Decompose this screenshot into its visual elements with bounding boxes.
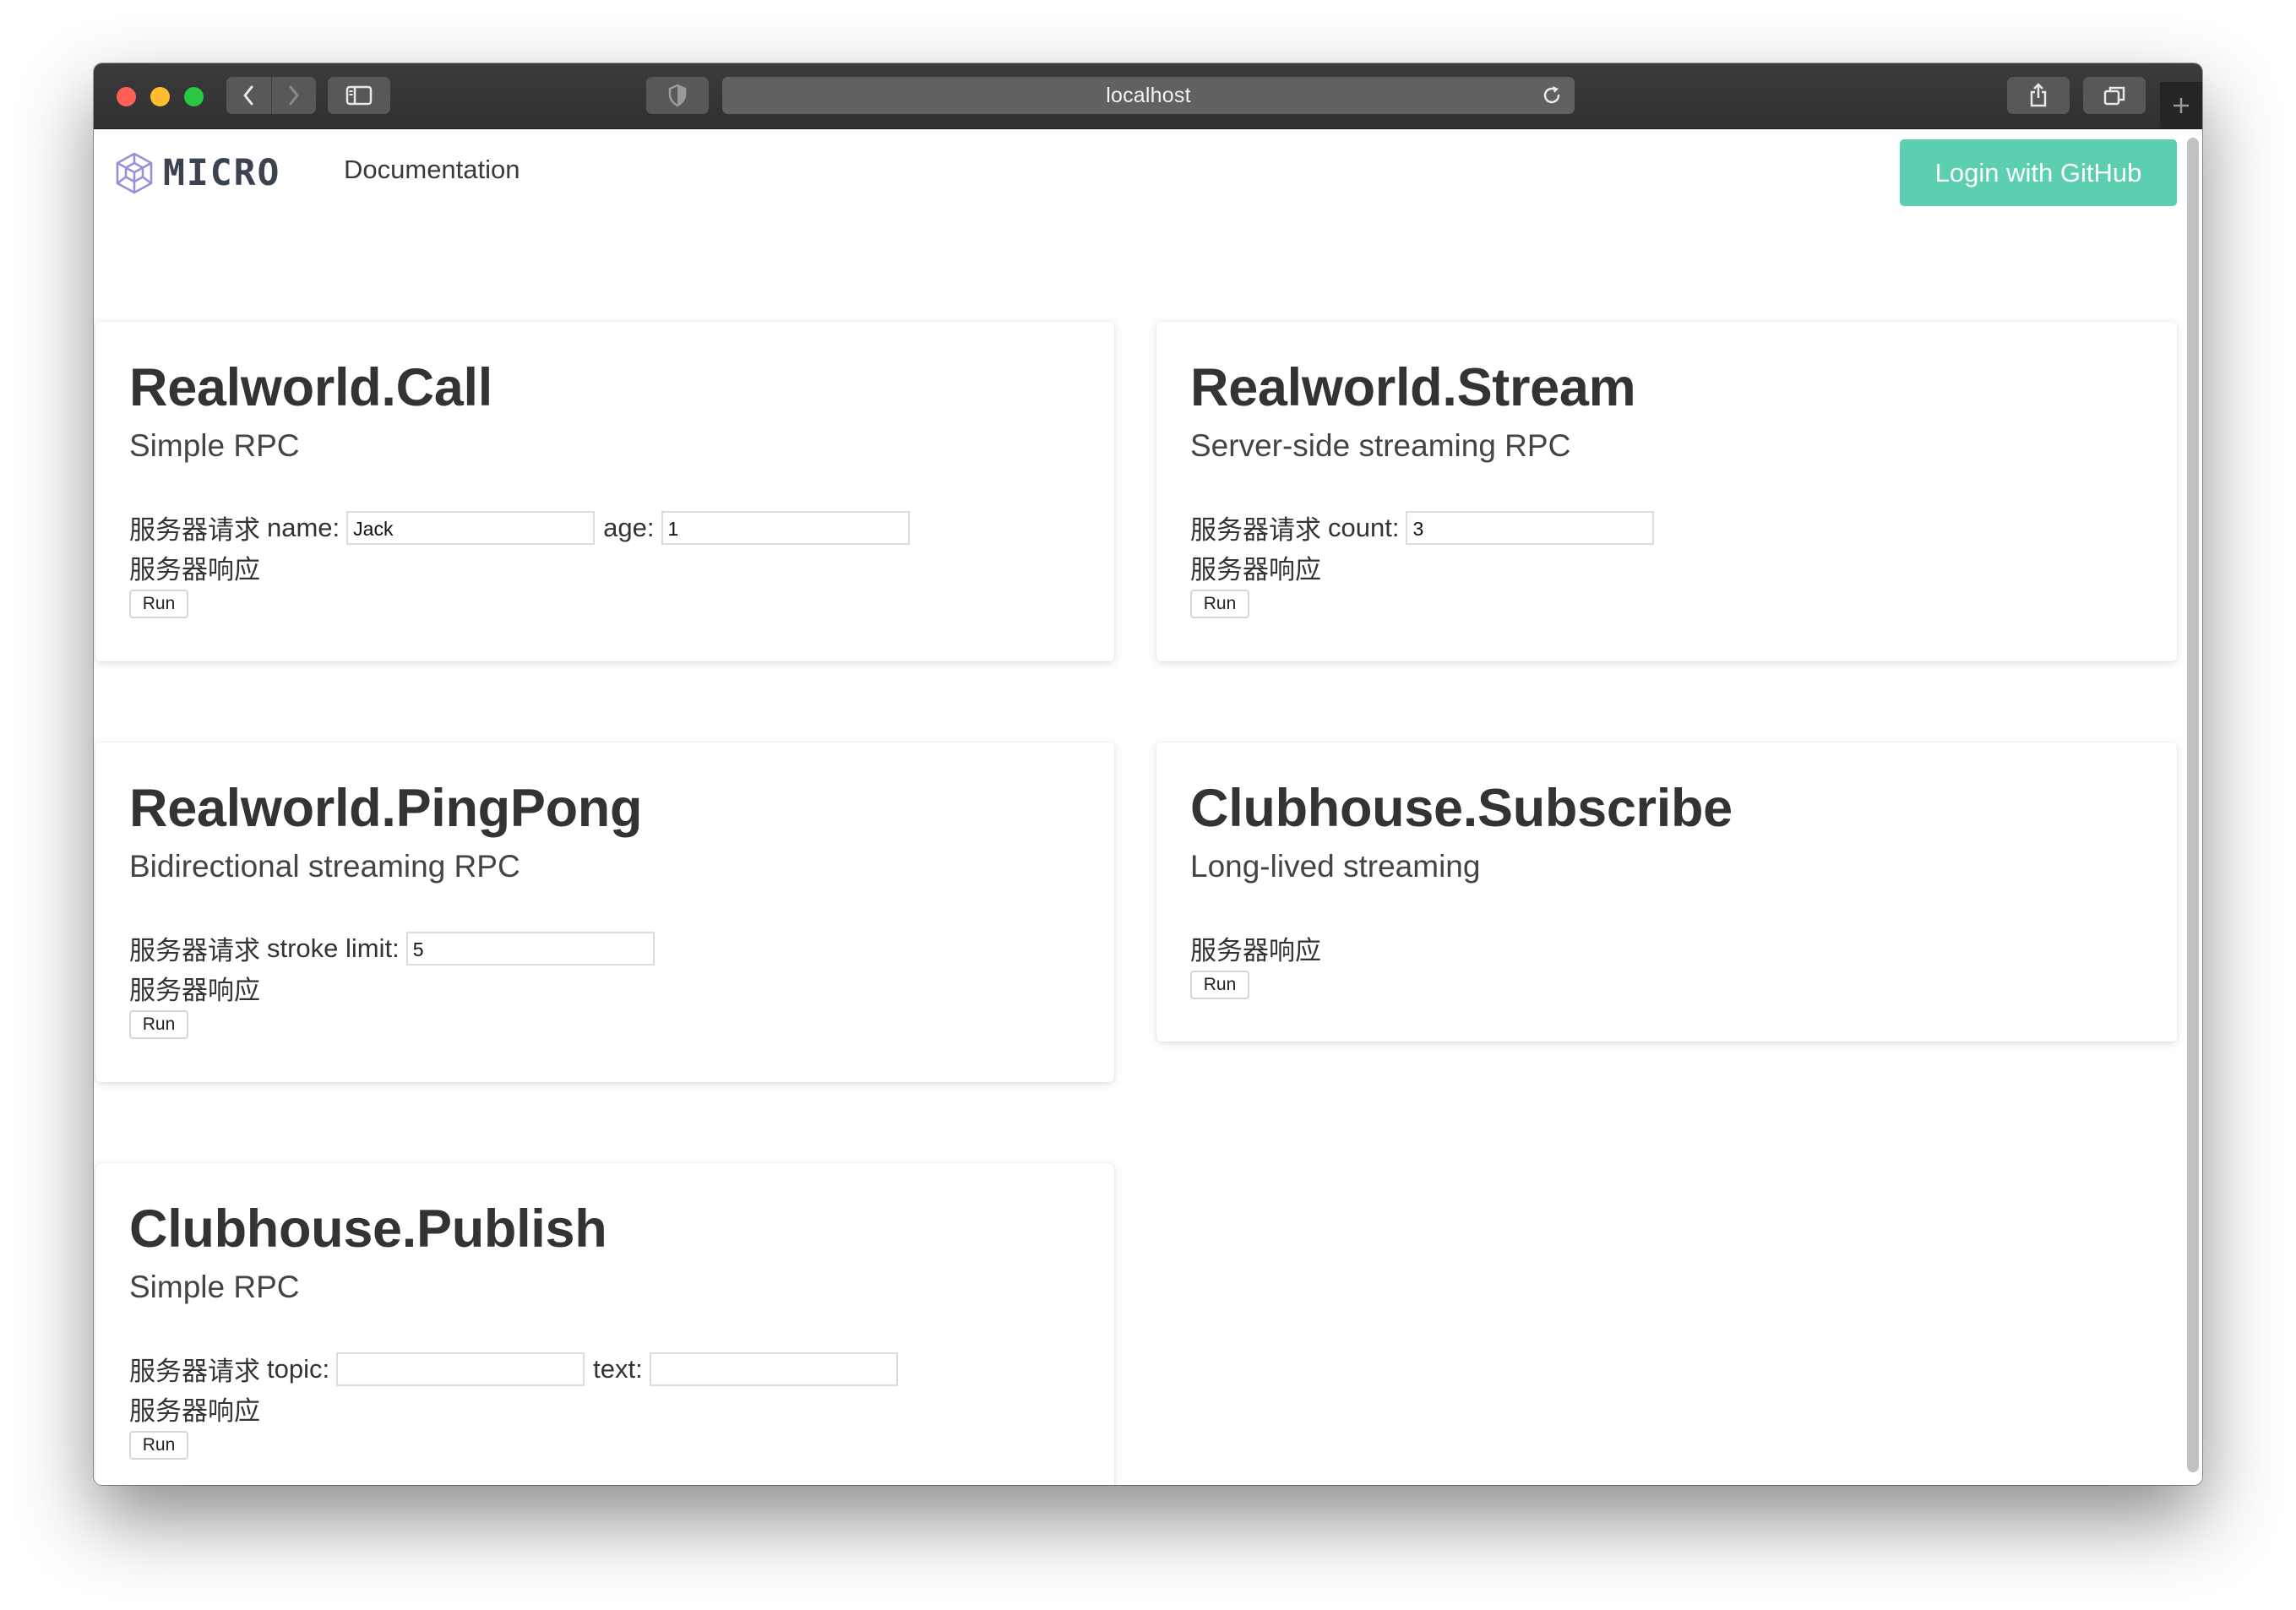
sidebar-toggle-button[interactable] xyxy=(328,77,390,114)
micro-logo[interactable]: MICRO xyxy=(114,151,280,195)
run-button[interactable]: Run xyxy=(129,1010,188,1039)
address-bar[interactable]: localhost xyxy=(722,77,1575,114)
count-input[interactable] xyxy=(1406,510,1655,545)
text-input[interactable] xyxy=(649,1352,898,1386)
back-button[interactable] xyxy=(226,77,271,114)
age-field-label: age: xyxy=(603,512,655,542)
card-title: Realworld.Stream xyxy=(1190,358,1636,417)
name-field-label: name: xyxy=(267,512,340,542)
share-icon xyxy=(2030,83,2047,107)
card-subtitle: Long-lived streaming xyxy=(1190,849,1481,884)
reload-icon xyxy=(1543,86,1560,104)
logo-wordmark: MICRO xyxy=(163,152,281,194)
endpoint-card-realworld-call: Realworld.Call Simple RPC 服务器请求 name: ag… xyxy=(95,322,1114,661)
response-label: 服务器响应 xyxy=(1190,936,1321,965)
endpoint-card-clubhouse-publish: Clubhouse.Publish Simple RPC 服务器请求 topic… xyxy=(95,1163,1114,1485)
stroke-limit-field-label: stroke limit: xyxy=(267,933,400,963)
response-label: 服务器响应 xyxy=(1190,555,1321,585)
run-button[interactable]: Run xyxy=(1190,590,1249,618)
tabs-icon xyxy=(2103,86,2125,106)
card-title: Clubhouse.Publish xyxy=(129,1199,607,1259)
reload-button[interactable] xyxy=(1541,84,1563,111)
card-title: Realworld.Call xyxy=(129,358,492,417)
topic-field-label: topic: xyxy=(267,1353,330,1384)
documentation-link[interactable]: Documentation xyxy=(344,155,520,185)
topic-input[interactable] xyxy=(336,1352,585,1386)
run-button[interactable]: Run xyxy=(129,590,188,618)
count-field-label: count: xyxy=(1328,512,1400,542)
minimize-window-button[interactable] xyxy=(150,87,170,106)
age-input[interactable] xyxy=(661,510,910,545)
card-title: Realworld.PingPong xyxy=(129,779,643,838)
text-field-label: text: xyxy=(593,1353,643,1384)
endpoint-card-clubhouse-subscribe: Clubhouse.Subscribe Long-lived streaming… xyxy=(1156,742,2177,1042)
response-label: 服务器响应 xyxy=(129,976,260,1005)
card-subtitle: Bidirectional streaming RPC xyxy=(129,849,520,884)
chevron-right-icon xyxy=(289,85,299,106)
request-label: 服务器请求 xyxy=(1190,515,1321,545)
privacy-shield-button[interactable] xyxy=(646,77,709,114)
login-with-github-button[interactable]: Login with GitHub xyxy=(1900,139,2177,206)
history-nav-group xyxy=(226,77,316,114)
card-subtitle: Simple RPC xyxy=(129,1270,300,1304)
share-button[interactable] xyxy=(2007,77,2070,114)
browser-toolbar: localhost xyxy=(94,63,2202,129)
url-text: localhost xyxy=(1106,83,1191,107)
chevron-left-icon xyxy=(243,85,253,106)
card-subtitle: Simple RPC xyxy=(129,428,300,463)
shield-icon xyxy=(668,84,687,107)
card-subtitle: Server-side streaming RPC xyxy=(1190,428,1571,463)
request-row: 服务器请求 topic: text: xyxy=(129,1350,898,1388)
plus-icon xyxy=(2174,97,2189,113)
zoom-window-button[interactable] xyxy=(184,87,204,106)
cube-logo-icon xyxy=(116,152,153,194)
top-navigation: MICRO Documentation Login with GitHub xyxy=(94,129,2180,219)
forward-button[interactable] xyxy=(270,77,317,114)
card-title: Clubhouse.Subscribe xyxy=(1190,779,1733,838)
request-label: 服务器请求 xyxy=(129,515,260,545)
run-button[interactable]: Run xyxy=(1190,971,1249,999)
browser-window: localhost MICRO Documentation Login with… xyxy=(94,63,2202,1485)
request-row: 服务器请求 stroke limit: xyxy=(129,929,655,967)
run-button[interactable]: Run xyxy=(129,1431,188,1460)
request-label: 服务器请求 xyxy=(129,936,260,965)
vertical-scrollbar[interactable] xyxy=(2187,138,2199,1472)
request-row: 服务器请求 count: xyxy=(1190,509,1655,547)
response-label: 服务器响应 xyxy=(129,1396,260,1426)
stroke-limit-input[interactable] xyxy=(405,931,655,965)
request-label: 服务器请求 xyxy=(129,1357,260,1386)
endpoint-card-realworld-stream: Realworld.Stream Server-side streaming R… xyxy=(1156,322,2177,661)
tab-overview-button[interactable] xyxy=(2083,77,2146,114)
name-input[interactable] xyxy=(346,510,596,545)
sidebar-icon xyxy=(345,85,373,106)
close-window-button[interactable] xyxy=(117,87,136,106)
endpoint-card-realworld-pingpong: Realworld.PingPong Bidirectional streami… xyxy=(95,742,1114,1082)
response-label: 服务器响应 xyxy=(129,555,260,585)
request-row: 服务器请求 name: age: xyxy=(129,509,910,547)
new-tab-button[interactable] xyxy=(2160,82,2202,128)
page-viewport: MICRO Documentation Login with GitHub Re… xyxy=(94,129,2202,1485)
